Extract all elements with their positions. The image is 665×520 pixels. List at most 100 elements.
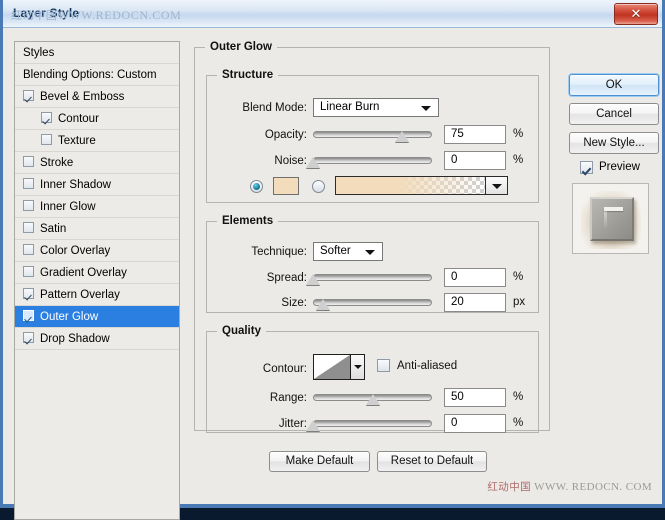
technique-value: Softer	[320, 245, 351, 257]
styles-list-item[interactable]: Gradient Overlay	[15, 262, 179, 284]
spread-slider[interactable]	[313, 270, 432, 286]
preview-label: Preview	[599, 161, 640, 173]
preview-content	[586, 195, 636, 243]
preview-highlight-horizontal	[604, 207, 623, 211]
structure-group-title: Structure	[217, 69, 278, 81]
checkbox-checked-icon[interactable]	[23, 310, 34, 321]
styles-list-item-label: Inner Glow	[40, 201, 96, 213]
contour-preset-dropdown[interactable]	[351, 354, 365, 380]
styles-list-item[interactable]: Color Overlay	[15, 240, 179, 262]
range-label: Range:	[213, 392, 307, 404]
checkbox-icon[interactable]	[41, 134, 52, 145]
checkbox-icon[interactable]	[23, 156, 34, 167]
styles-list-item[interactable]: Inner Shadow	[15, 174, 179, 196]
styles-list-item[interactable]: Texture	[15, 130, 179, 152]
styles-list-item[interactable]: Stroke	[15, 152, 179, 174]
size-slider-thumb[interactable]	[316, 299, 330, 310]
styles-list-item[interactable]: Styles	[15, 42, 179, 64]
styles-list-item[interactable]: Pattern Overlay	[15, 284, 179, 306]
blend-mode-select[interactable]: Linear Burn	[313, 98, 439, 117]
gradient-picker-button[interactable]	[486, 176, 508, 195]
noise-input[interactable]: 0	[444, 151, 506, 170]
jitter-slider[interactable]	[313, 416, 432, 432]
preview-thumbnail	[572, 183, 649, 254]
gradient-fill	[336, 177, 485, 194]
blend-mode-label: Blend Mode:	[213, 102, 307, 114]
cancel-button[interactable]: Cancel	[569, 103, 659, 125]
preview-checkbox[interactable]	[580, 161, 593, 174]
opacity-input[interactable]: 75	[444, 125, 506, 144]
size-slider[interactable]	[313, 295, 432, 311]
checkbox-checked-icon[interactable]	[23, 332, 34, 343]
fill-color-radio[interactable]	[250, 180, 263, 193]
range-slider[interactable]	[313, 390, 432, 406]
noise-slider-thumb[interactable]	[306, 157, 320, 168]
bottom-watermark-cn: 红动中国	[487, 481, 531, 493]
chevron-down-icon	[354, 365, 362, 369]
anti-aliased-label: Anti-aliased	[397, 360, 457, 372]
styles-list-item-label: Outer Glow	[40, 311, 98, 323]
elements-group: Elements Technique: Softer Spread: 0 % S…	[206, 215, 539, 313]
styles-list-item-label: Texture	[58, 135, 96, 147]
blend-mode-value: Linear Burn	[320, 101, 379, 113]
make-default-button[interactable]: Make Default	[269, 451, 370, 472]
checkbox-icon[interactable]	[23, 200, 34, 211]
structure-group: Structure Blend Mode: Linear Burn Opacit…	[206, 69, 539, 203]
checkbox-icon[interactable]	[23, 244, 34, 255]
chevron-down-icon	[421, 106, 431, 111]
styles-list-item[interactable]: Outer Glow	[15, 306, 179, 328]
anti-aliased-checkbox[interactable]	[377, 359, 390, 372]
jitter-slider-thumb[interactable]	[306, 420, 320, 431]
reset-to-default-button[interactable]: Reset to Default	[377, 451, 487, 472]
title-bar: Layer Style 红动中国WWW.REDOCN.COM ✕	[3, 0, 662, 28]
jitter-slider-track	[313, 420, 432, 427]
styles-list-item[interactable]: Contour	[15, 108, 179, 130]
checkbox-checked-icon[interactable]	[23, 288, 34, 299]
close-button[interactable]: ✕	[614, 3, 658, 25]
outer-glow-group-title: Outer Glow	[205, 41, 277, 53]
opacity-slider-track	[313, 131, 432, 138]
opacity-label: Opacity:	[213, 129, 307, 141]
styles-list-item[interactable]: Bevel & Emboss	[15, 86, 179, 108]
noise-slider[interactable]	[313, 153, 432, 169]
size-unit: px	[513, 296, 525, 308]
preview-shape	[590, 197, 634, 241]
jitter-input[interactable]: 0	[444, 414, 506, 433]
styles-list-item[interactable]: Satin	[15, 218, 179, 240]
checkbox-icon[interactable]	[23, 266, 34, 277]
range-unit: %	[513, 391, 523, 403]
opacity-slider-thumb[interactable]	[395, 131, 409, 142]
checkbox-checked-icon[interactable]	[23, 90, 34, 101]
contour-preset-swatch[interactable]	[313, 354, 351, 380]
glow-color-swatch[interactable]	[273, 177, 299, 195]
noise-label: Noise:	[213, 155, 307, 167]
checkbox-icon[interactable]	[23, 222, 34, 233]
bottom-watermark-url: WWW. REDOCN. COM	[534, 481, 652, 493]
fill-gradient-radio[interactable]	[312, 180, 325, 193]
styles-list-item-label: Contour	[58, 113, 99, 125]
styles-list-item-label: Styles	[23, 47, 54, 59]
range-input[interactable]: 50	[444, 388, 506, 407]
contour-curve-icon	[314, 355, 350, 379]
ok-button[interactable]: OK	[569, 74, 659, 96]
size-input[interactable]: 20	[444, 293, 506, 312]
title-watermark: 红动中国WWW.REDOCN.COM	[11, 7, 181, 23]
styles-list: Styles Blending Options: CustomBevel & Em…	[14, 41, 180, 520]
opacity-slider[interactable]	[313, 127, 432, 143]
glow-gradient-bar[interactable]	[335, 176, 486, 195]
elements-group-title: Elements	[217, 215, 278, 227]
styles-list-item[interactable]: Drop Shadow	[15, 328, 179, 350]
technique-label: Technique:	[213, 246, 307, 258]
noise-unit: %	[513, 154, 523, 166]
technique-select[interactable]: Softer	[313, 242, 383, 261]
checkbox-icon[interactable]	[23, 178, 34, 189]
styles-list-item[interactable]: Blending Options: Custom	[15, 64, 179, 86]
spread-slider-thumb[interactable]	[306, 274, 320, 285]
spread-input[interactable]: 0	[444, 268, 506, 287]
quality-group-title: Quality	[217, 325, 266, 337]
new-style-button[interactable]: New Style...	[569, 132, 659, 154]
checkbox-checked-icon[interactable]	[41, 112, 52, 123]
range-slider-thumb[interactable]	[366, 394, 380, 405]
styles-list-item[interactable]: Inner Glow	[15, 196, 179, 218]
styles-list-item-label: Inner Shadow	[40, 179, 111, 191]
